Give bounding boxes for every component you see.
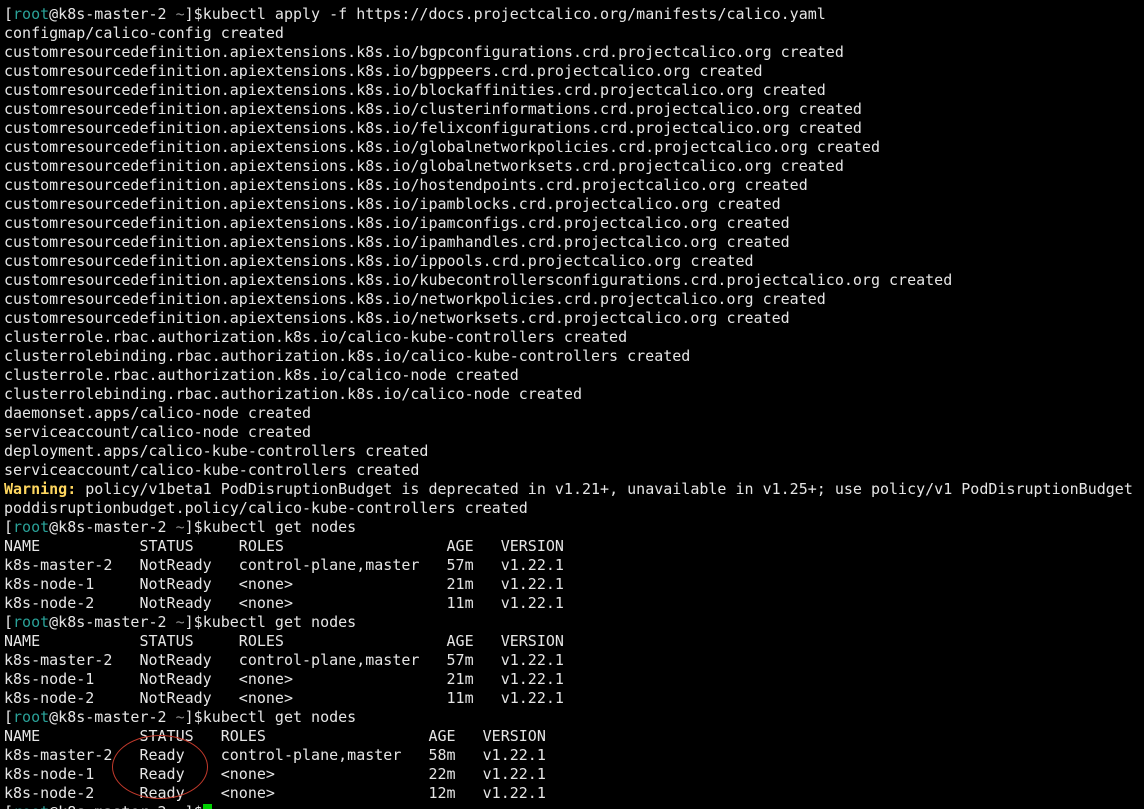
output-line: clusterrolebinding.rbac.authorization.k8… xyxy=(4,385,582,403)
prompt-line: [root@k8s-master-2 ~]$kubectl get nodes xyxy=(0,708,1144,727)
output-line: poddisruptionbudget.policy/calico-kube-c… xyxy=(4,499,528,517)
output-line: clusterrole.rbac.authorization.k8s.io/ca… xyxy=(4,366,519,384)
command-text: kubectl get nodes xyxy=(202,708,357,726)
output-line: customresourcedefinition.apiextensions.k… xyxy=(4,252,754,270)
output-line: k8s-node-2 NotReady <none> 11m v1.22.1 xyxy=(4,689,564,707)
warning-text: policy/v1beta1 PodDisruptionBudget is de… xyxy=(76,480,1133,498)
prompt-host: @k8s-master-2 xyxy=(49,613,167,631)
prompt-bracket-open: [ xyxy=(4,708,14,726)
output-line: customresourcedefinition.apiextensions.k… xyxy=(4,176,808,194)
output-line: k8s-master-2 NotReady control-plane,mast… xyxy=(4,556,564,574)
prompt-user: root xyxy=(13,803,49,809)
output-line: daemonset.apps/calico-node created xyxy=(4,404,312,422)
prompt-host: @k8s-master-2 xyxy=(49,5,167,23)
prompt-host: @k8s-master-2 xyxy=(49,803,166,809)
prompt-bracket-open: [ xyxy=(4,613,14,631)
prompt-symbol: $ xyxy=(193,5,203,23)
output-line: k8s-node-1 NotReady <none> 21m v1.22.1 xyxy=(4,670,564,688)
prompt-user: root xyxy=(13,5,50,23)
output-line: customresourcedefinition.apiextensions.k… xyxy=(4,43,844,61)
output-line: customresourcedefinition.apiextensions.k… xyxy=(4,290,826,308)
output-line: customresourcedefinition.apiextensions.k… xyxy=(4,195,781,213)
prompt-line: [root@k8s-master-2 ~]$kubectl get nodes xyxy=(0,613,1144,632)
output-line: deployment.apps/calico-kube-controllers … xyxy=(4,442,429,460)
prompt-line: [root@k8s-master-2 ~]$kubectl get nodes xyxy=(0,518,1144,537)
command-text: kubectl get nodes xyxy=(202,518,357,536)
output-line: configmap/calico-config created xyxy=(4,24,284,42)
warning-line: Warning: policy/v1beta1 PodDisruptionBud… xyxy=(0,480,1144,499)
prompt-user: root xyxy=(13,518,50,536)
output-line: k8s-node-1 NotReady <none> 21m v1.22.1 xyxy=(4,575,564,593)
output-line: k8s-node-1 Ready <none> 22m v1.22.1 xyxy=(4,765,546,783)
prompt-bracket-open: [ xyxy=(4,5,14,23)
warning-label: Warning: xyxy=(4,480,77,498)
output-line: k8s-node-2 Ready <none> 12m v1.22.1 xyxy=(4,784,546,802)
output-line: customresourcedefinition.apiextensions.k… xyxy=(4,81,826,99)
output-line: customresourcedefinition.apiextensions.k… xyxy=(4,62,763,80)
prompt-path: ~ xyxy=(175,5,185,23)
prompt-bracket-open: [ xyxy=(4,803,13,809)
output-line: k8s-master-2 Ready control-plane,master … xyxy=(4,746,546,764)
prompt-host: @k8s-master-2 xyxy=(49,708,167,726)
prompt-symbol: $ xyxy=(194,803,203,809)
terminal-window[interactable]: [root@k8s-master-2 ~]$kubectl apply -f h… xyxy=(0,0,1144,809)
output-line: serviceaccount/calico-node created xyxy=(4,423,312,441)
output-line: customresourcedefinition.apiextensions.k… xyxy=(4,100,862,118)
prompt-bracket-close: ] xyxy=(184,518,194,536)
prompt-symbol: $ xyxy=(193,613,203,631)
prompt-path: ~ xyxy=(175,518,185,536)
output-line: NAME STATUS ROLES AGE VERSION xyxy=(4,632,564,650)
prompt-path: ~ xyxy=(176,803,185,809)
output-line: customresourcedefinition.apiextensions.k… xyxy=(4,309,790,327)
prompt-user: root xyxy=(13,708,50,726)
command-text: kubectl apply -f https://docs.projectcal… xyxy=(202,5,826,23)
prompt-bracket-close: ] xyxy=(184,5,194,23)
prompt-user: root xyxy=(13,613,50,631)
prompt-bracket-close: ] xyxy=(185,803,194,809)
output-line: clusterrole.rbac.authorization.k8s.io/ca… xyxy=(4,328,628,346)
prompt-bracket-close: ] xyxy=(184,613,194,631)
prompt-host: @k8s-master-2 xyxy=(49,518,167,536)
prompt-bracket-open: [ xyxy=(4,518,14,536)
prompt-line: [root@k8s-master-2 ~]$ xyxy=(0,803,1144,809)
prompt-path: ~ xyxy=(175,708,185,726)
output-line: clusterrolebinding.rbac.authorization.k8… xyxy=(4,347,691,365)
output-line: k8s-node-2 NotReady <none> 11m v1.22.1 xyxy=(4,594,564,612)
output-line: customresourcedefinition.apiextensions.k… xyxy=(4,233,790,251)
output-line: NAME STATUS ROLES AGE VERSION xyxy=(4,727,546,745)
output-line: serviceaccount/calico-kube-controllers c… xyxy=(4,461,420,479)
output-line: NAME STATUS ROLES AGE VERSION xyxy=(4,537,564,555)
prompt-symbol: $ xyxy=(193,518,203,536)
output-line: customresourcedefinition.apiextensions.k… xyxy=(4,119,862,137)
command-text: kubectl get nodes xyxy=(202,613,357,631)
output-line: customresourcedefinition.apiextensions.k… xyxy=(4,271,953,289)
output-line: customresourcedefinition.apiextensions.k… xyxy=(4,138,880,156)
prompt-bracket-close: ] xyxy=(184,708,194,726)
prompt-symbol: $ xyxy=(193,708,203,726)
output-line: k8s-master-2 NotReady control-plane,mast… xyxy=(4,651,564,669)
output-line: customresourcedefinition.apiextensions.k… xyxy=(4,157,844,175)
prompt-line: [root@k8s-master-2 ~]$kubectl apply -f h… xyxy=(0,5,1144,24)
cursor-block[interactable] xyxy=(202,804,212,809)
prompt-path: ~ xyxy=(175,613,185,631)
output-line: customresourcedefinition.apiextensions.k… xyxy=(4,214,790,232)
